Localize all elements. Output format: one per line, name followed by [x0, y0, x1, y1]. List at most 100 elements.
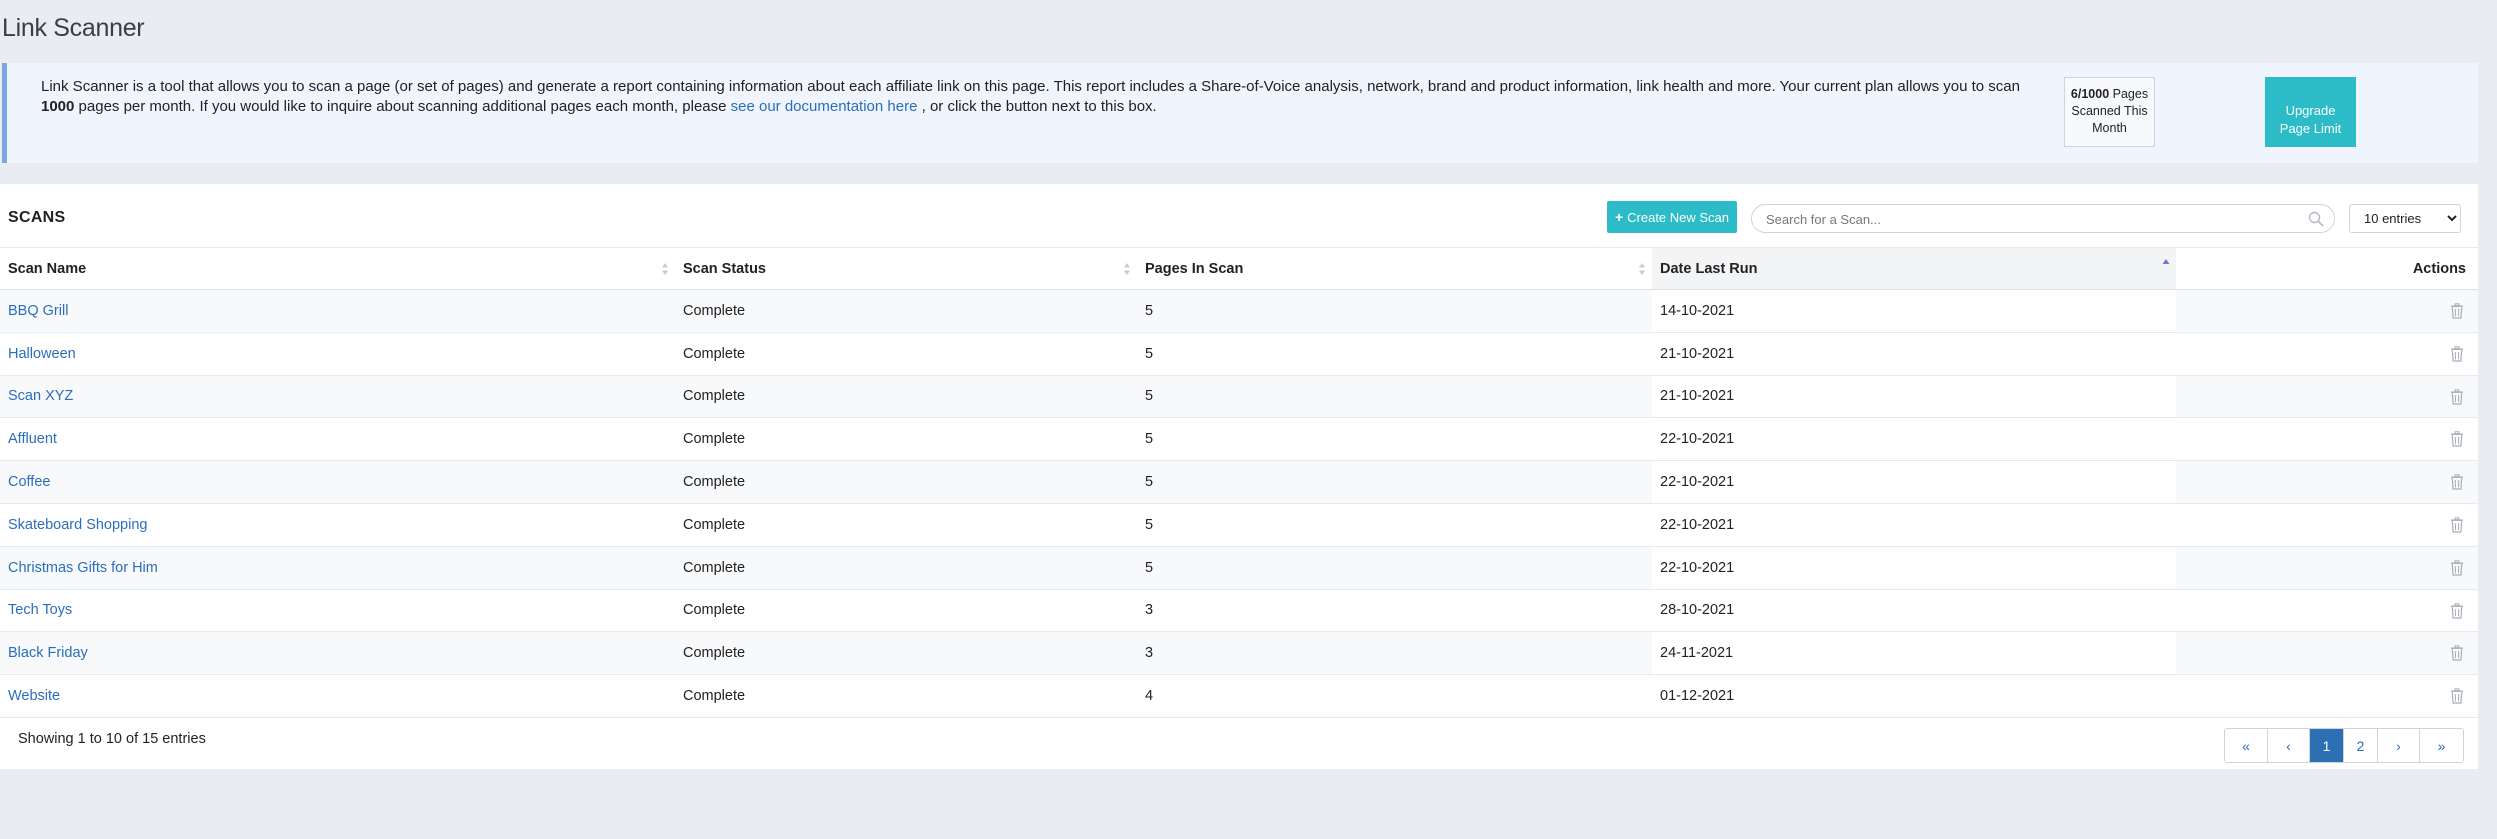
documentation-link[interactable]: see our documentation here — [731, 98, 918, 115]
column-header-pages-in-scan[interactable]: Pages In Scan — [1137, 247, 1652, 290]
trash-icon[interactable] — [2450, 431, 2464, 447]
scan-status-cell: Complete — [675, 332, 1137, 376]
pages-in-scan-cell: 4 — [1137, 674, 1652, 718]
date-last-run-cell: 28-10-2021 — [1652, 589, 2176, 633]
scan-name-link[interactable]: Halloween — [8, 346, 76, 362]
scans-title: SCANS — [8, 209, 66, 226]
plan-limit: 1000 — [41, 98, 75, 115]
scan-name-link[interactable]: Affluent — [8, 431, 57, 447]
column-header-date-last-run[interactable]: Date Last Run — [1652, 247, 2176, 290]
upgrade-page-limit-button[interactable]: Upgrade Page Limit — [2265, 77, 2356, 147]
column-label: Scan Name — [8, 260, 87, 277]
actions-cell — [2176, 332, 2478, 376]
trash-icon[interactable] — [2450, 645, 2464, 661]
scans-table: Scan Name Scan Status Pages In Scan Date… — [0, 247, 2478, 718]
table-row: Skateboard Shopping Complete 5 22-10-2021 — [0, 503, 2478, 547]
column-label: Actions — [2412, 260, 2466, 277]
scan-status-cell: Complete — [675, 589, 1137, 633]
search-input[interactable] — [1766, 210, 2296, 228]
next-page-button[interactable]: › — [2378, 729, 2420, 762]
date-last-run-cell: 21-10-2021 — [1652, 332, 2176, 376]
pages-in-scan-cell: 5 — [1137, 332, 1652, 376]
scan-status-cell: Complete — [675, 631, 1137, 676]
column-header-actions: Actions — [2176, 247, 2478, 290]
previous-page-button[interactable]: ‹ — [2268, 729, 2310, 762]
scan-name-link[interactable]: Scan XYZ — [8, 388, 73, 404]
usage-counter: 6/1000 Pages Scanned This Month — [2064, 77, 2155, 147]
sort-icon — [1639, 263, 1645, 275]
actions-cell — [2176, 417, 2478, 462]
scan-name-cell: BBQ Grill — [0, 289, 675, 333]
scan-status-cell: Complete — [675, 674, 1137, 718]
sort-icon — [1124, 263, 1130, 275]
trash-icon[interactable] — [2450, 388, 2464, 405]
trash-icon[interactable] — [2450, 688, 2464, 704]
actions-cell — [2176, 289, 2478, 333]
scan-name-link[interactable]: Christmas Gifts for Him — [8, 560, 158, 576]
usage-count: 6/1000 — [2070, 87, 2110, 101]
actions-cell — [2176, 460, 2478, 504]
table-row: BBQ Grill Complete 5 14-10-2021 — [0, 289, 2478, 333]
pages-in-scan-cell: 3 — [1137, 589, 1652, 633]
date-last-run-cell: 24-11-2021 — [1652, 631, 2176, 676]
scan-name-cell: Scan XYZ — [0, 375, 675, 419]
table-row: Coffee Complete 5 22-10-2021 — [0, 460, 2478, 504]
trash-icon[interactable] — [2450, 474, 2464, 490]
trash-icon[interactable] — [2450, 560, 2464, 576]
actions-cell — [2176, 503, 2478, 547]
scan-name-cell: Christmas Gifts for Him — [0, 546, 675, 590]
date-last-run-cell: 22-10-2021 — [1652, 503, 2176, 547]
scan-name-link[interactable]: Skateboard Shopping — [8, 517, 147, 533]
page-title: Link Scanner — [2, 14, 145, 42]
table-row: Affluent Complete 5 22-10-2021 — [0, 417, 2478, 462]
scan-name-cell: Black Friday — [0, 631, 675, 676]
table-row: Website Complete 4 01-12-2021 — [0, 674, 2478, 718]
scan-name-link[interactable]: Tech Toys — [8, 602, 72, 618]
scan-name-link[interactable]: Website — [8, 688, 60, 704]
info-text: Link Scanner is a tool that allows you t… — [41, 77, 2031, 117]
date-last-run-cell: 22-10-2021 — [1652, 546, 2176, 590]
trash-icon[interactable] — [2450, 303, 2464, 319]
page-1-button[interactable]: 1 — [2310, 729, 2344, 762]
column-header-scan-name[interactable]: Scan Name — [0, 247, 675, 290]
first-page-button[interactable]: « — [2225, 729, 2268, 762]
column-header-scan-status[interactable]: Scan Status — [675, 247, 1137, 290]
info-text-part2: pages per month. If you would like to in… — [74, 98, 731, 115]
scan-status-cell: Complete — [675, 375, 1137, 419]
trash-icon[interactable] — [2450, 602, 2464, 619]
table-row: Black Friday Complete 3 24-11-2021 — [0, 631, 2478, 676]
create-new-scan-button[interactable]: + Create New Scan — [1607, 201, 1737, 233]
page-2-button[interactable]: 2 — [2344, 729, 2378, 762]
info-text-part3: , or click the button next to this box. — [917, 98, 1157, 115]
sort-ascending-icon — [2162, 259, 2170, 264]
info-box: Link Scanner is a tool that allows you t… — [2, 63, 2478, 163]
pages-in-scan-cell: 5 — [1137, 289, 1652, 333]
table-row: Tech Toys Complete 3 28-10-2021 — [0, 589, 2478, 633]
scan-name-link[interactable]: BBQ Grill — [8, 303, 68, 319]
scan-name-cell: Tech Toys — [0, 589, 675, 633]
actions-cell — [2176, 631, 2478, 676]
date-last-run-cell: 14-10-2021 — [1652, 289, 2176, 333]
search-icon[interactable] — [2308, 211, 2324, 227]
table-row: Scan XYZ Complete 5 21-10-2021 — [0, 375, 2478, 419]
scan-name-cell: Halloween — [0, 332, 675, 376]
scan-name-cell: Website — [0, 674, 675, 718]
entries-per-page-select[interactable]: 10 entries — [2349, 204, 2461, 233]
table-row: Christmas Gifts for Him Complete 5 22-10-20… — [0, 546, 2478, 590]
actions-cell — [2176, 674, 2478, 718]
actions-cell — [2176, 375, 2478, 419]
date-last-run-cell: 22-10-2021 — [1652, 417, 2176, 462]
plus-icon: + — [1614, 209, 1624, 225]
sort-icon — [662, 263, 668, 275]
pages-in-scan-cell: 5 — [1137, 503, 1652, 547]
trash-icon[interactable] — [2450, 517, 2464, 533]
pagination: « ‹ 1 2 › » — [2224, 728, 2464, 763]
scan-status-cell: Complete — [675, 460, 1137, 504]
pages-in-scan-cell: 5 — [1137, 417, 1652, 462]
trash-icon[interactable] — [2450, 346, 2464, 362]
scan-name-link[interactable]: Black Friday — [8, 645, 88, 661]
pages-in-scan-cell: 5 — [1137, 375, 1652, 419]
last-page-button[interactable]: » — [2420, 729, 2463, 762]
scan-name-link[interactable]: Coffee — [8, 474, 50, 490]
search-box — [1751, 204, 2335, 233]
